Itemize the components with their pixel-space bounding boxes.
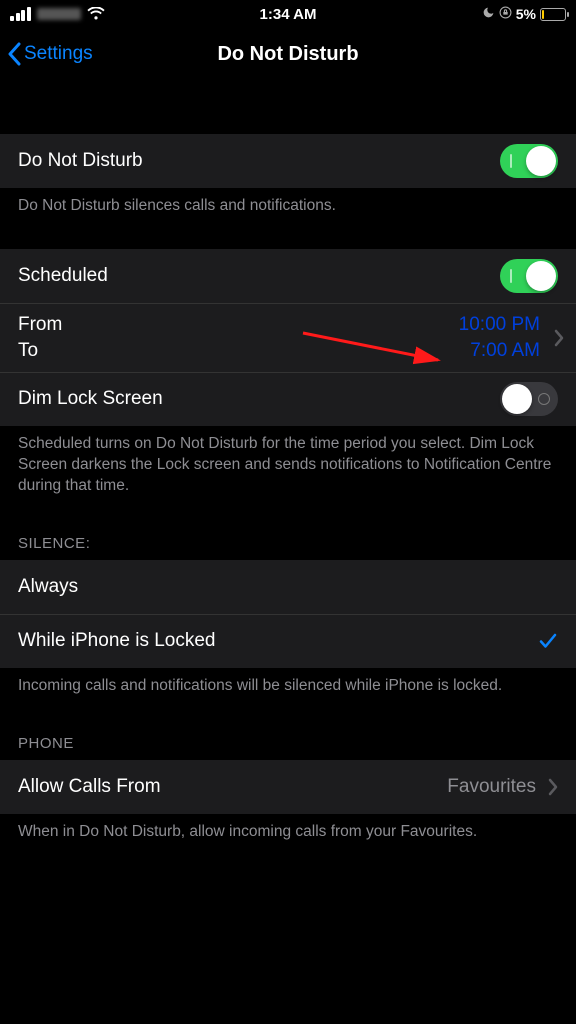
silence-always-label: Always [18,576,558,598]
status-left [10,7,105,21]
dim-lock-screen-label: Dim Lock Screen [18,388,500,410]
orientation-lock-icon [499,6,512,22]
allow-calls-label: Allow Calls From [18,776,447,798]
dim-lock-screen-toggle[interactable] [500,382,558,416]
content-scroll[interactable]: Do Not Disturb Do Not Disturb silences c… [0,80,576,859]
chevron-right-icon [546,329,564,347]
dnd-footer: Do Not Disturb silences calls and notifi… [0,188,576,233]
silence-always-row[interactable]: Always [0,560,576,614]
battery-percentage: 5% [516,6,536,22]
dnd-toggle-label: Do Not Disturb [18,150,500,172]
chevron-right-icon [540,778,558,796]
navigation-bar: Settings Do Not Disturb [0,28,576,80]
dnd-toggle[interactable] [500,144,558,178]
back-label: Settings [24,43,93,65]
cellular-signal-icon [10,7,31,21]
to-time: 7:00 AM [459,340,540,362]
phone-footer: When in Do Not Disturb, allow incoming c… [0,814,576,859]
scheduled-toggle-row[interactable]: Scheduled [0,249,576,303]
silence-locked-label: While iPhone is Locked [18,630,538,652]
phone-header: PHONE [0,713,576,760]
dim-lock-screen-row[interactable]: Dim Lock Screen [0,372,576,426]
moon-icon [482,6,495,22]
from-label: From [18,314,459,336]
scheduled-toggle[interactable] [500,259,558,293]
back-button[interactable]: Settings [0,42,93,66]
scheduled-footer: Scheduled turns on Do Not Disturb for th… [0,426,576,513]
scheduled-toggle-label: Scheduled [18,265,500,287]
allow-calls-row[interactable]: Allow Calls From Favourites [0,760,576,814]
checkmark-icon [538,631,558,651]
wifi-icon [87,7,105,21]
silence-locked-row[interactable]: While iPhone is Locked [0,614,576,668]
scheduled-time-row[interactable]: From To 10:00 PM 7:00 AM [0,303,576,372]
silence-header: SILENCE: [0,513,576,560]
status-right: 5% [482,6,566,22]
to-label: To [18,340,459,362]
allow-calls-value: Favourites [447,776,540,798]
silence-footer: Incoming calls and notifications will be… [0,668,576,713]
status-time: 1:34 AM [260,6,317,23]
dnd-toggle-row[interactable]: Do Not Disturb [0,134,576,188]
page-title: Do Not Disturb [217,43,358,66]
status-bar: 1:34 AM 5% [0,0,576,28]
carrier-label [37,8,81,20]
from-time: 10:00 PM [459,314,540,336]
battery-icon [540,8,566,21]
chevron-left-icon [6,42,22,66]
